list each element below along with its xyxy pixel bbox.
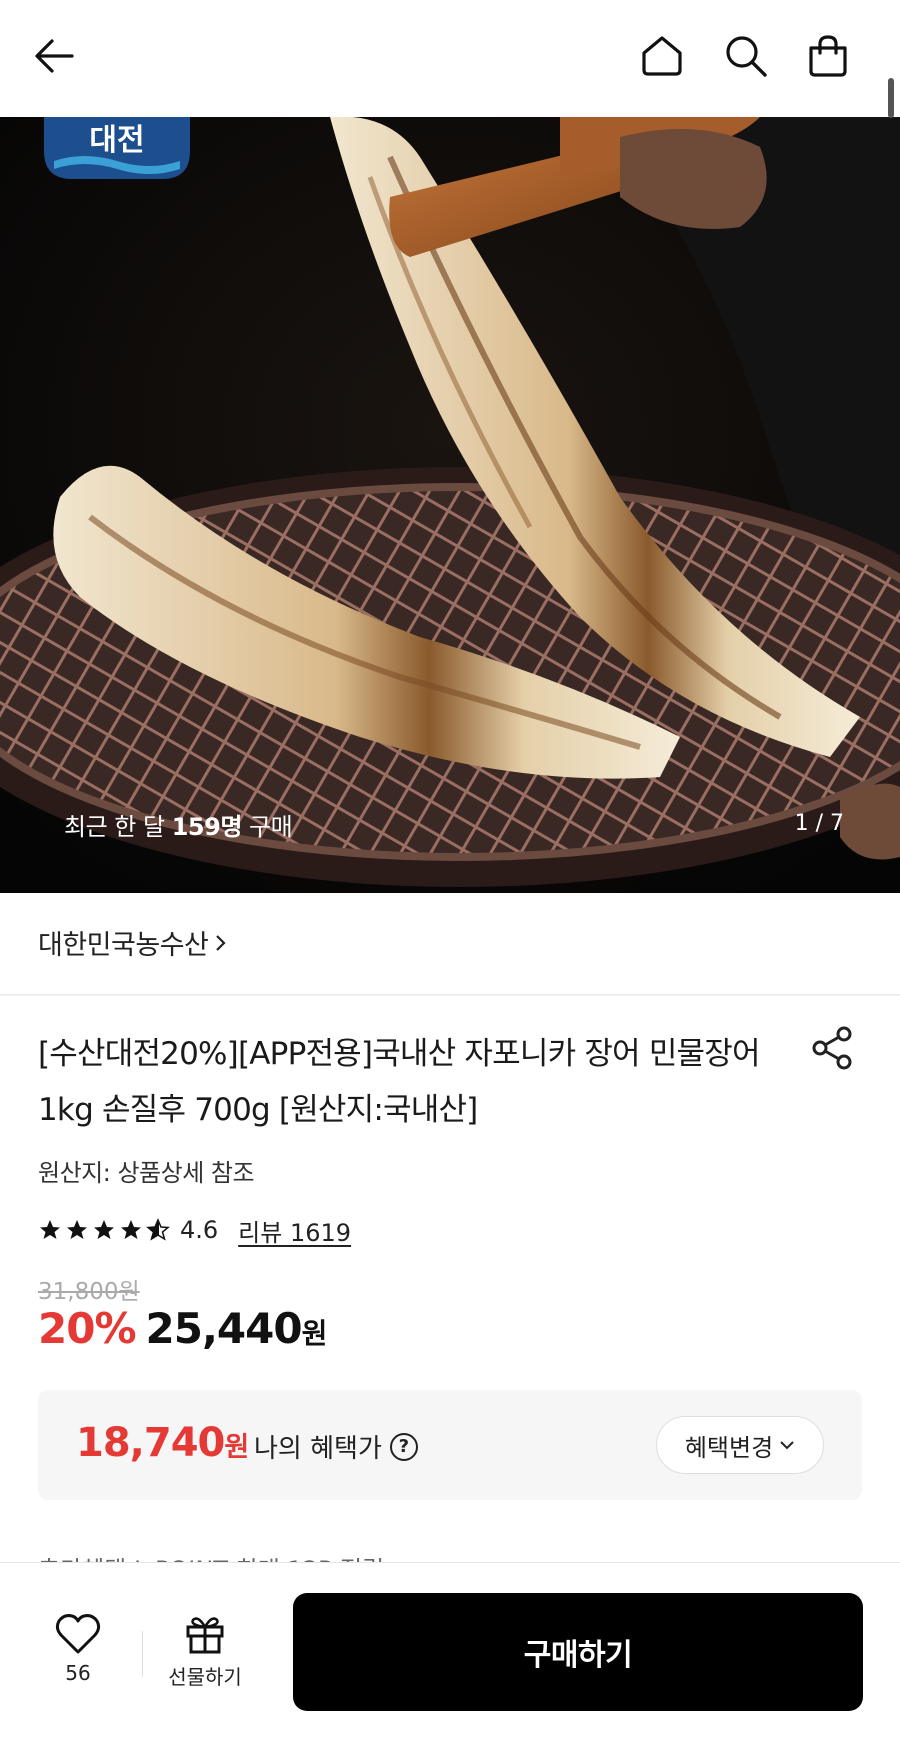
benefit-change-label: 혜택변경 [684, 1433, 774, 1462]
home-button[interactable] [632, 26, 692, 86]
shopping-bag-icon [809, 35, 847, 77]
discount-rate: 20% [38, 1304, 137, 1353]
share-button[interactable] [810, 1025, 856, 1071]
gift-icon [186, 1617, 224, 1654]
rating-value: 4.6 [180, 1216, 219, 1244]
benefit-label-group: 나의 혜택가 ? [254, 1428, 418, 1465]
star-icon [121, 1220, 141, 1239]
top-header [0, 0, 900, 118]
origin-info: 원산지: 상품상세 참조 [38, 1159, 255, 1187]
share-icon [812, 1026, 852, 1070]
half-star-icon [146, 1218, 170, 1241]
like-button[interactable]: 56 [38, 1613, 118, 1703]
bottom-action-bar: 56 선물하기 구매하기 [0, 1562, 900, 1738]
event-badge-logo: 대전 [44, 117, 190, 179]
price-row: 20% 25,440 원 [38, 1304, 327, 1353]
help-icon[interactable]: ? [389, 1432, 418, 1461]
product-title: [수산대전20%][APP전용]국내산 자포니카 장어 민물장어 1kg 손질후… [38, 1036, 761, 1128]
purchase-count: 159명 [171, 813, 243, 841]
caption-prefix: 최근 한 달 [64, 813, 172, 841]
star-icon [94, 1220, 114, 1239]
image-counter: 1 / 7 [794, 811, 844, 836]
star-icon [67, 1220, 87, 1239]
caption-suffix: 구매 [241, 813, 293, 841]
chevron-down-icon [780, 1441, 794, 1450]
original-price: 31,800원 [38, 1279, 140, 1305]
rating-row: 4.6 리뷰 1619 [38, 1212, 351, 1248]
price-unit: 원 [301, 1317, 328, 1350]
search-icon [726, 36, 767, 77]
benefit-price-value: 18,740 [76, 1420, 225, 1466]
recent-purchase-caption: 최근 한 달 159명 구매 [64, 807, 293, 842]
gift-label: 선물하기 [168, 1665, 242, 1689]
bottom-divider [142, 1631, 143, 1677]
like-count: 56 [65, 1661, 91, 1685]
benefit-price-unit: 원 [224, 1432, 249, 1463]
chevron-right-icon [216, 934, 226, 951]
heart-icon [55, 1614, 101, 1654]
product-photo [0, 117, 900, 893]
home-icon [642, 36, 682, 76]
rating-stars [38, 1218, 170, 1242]
benefit-change-button[interactable]: 혜택변경 [656, 1416, 824, 1474]
scrollbar-thumb[interactable] [888, 78, 894, 118]
star-icon [40, 1220, 60, 1239]
review-count-link[interactable]: 리뷰 1619 [238, 1213, 351, 1248]
arrow-left-icon [35, 39, 74, 73]
search-button[interactable] [716, 26, 776, 86]
badge-text: 대전 [89, 123, 144, 158]
section-divider [0, 994, 900, 996]
back-button[interactable] [24, 26, 84, 86]
gift-button[interactable]: 선물하기 [160, 1613, 250, 1703]
sale-price: 25,440 [145, 1304, 303, 1353]
benefit-price: 18,740원 [76, 1420, 249, 1466]
seller-link[interactable]: 대한민국농수산 [38, 923, 228, 962]
buy-button[interactable]: 구매하기 [293, 1593, 863, 1711]
cart-button[interactable] [798, 26, 858, 86]
benefit-price-box: 18,740원 나의 혜택가 ? 혜택변경 [38, 1390, 862, 1500]
seller-name: 대한민국농수산 [38, 930, 209, 961]
product-image-carousel[interactable]: 최근 한 달 159명 구매 1 / 7 [0, 117, 900, 893]
benefit-label: 나의 혜택가 [254, 1434, 382, 1464]
